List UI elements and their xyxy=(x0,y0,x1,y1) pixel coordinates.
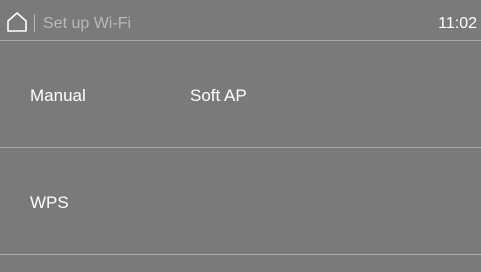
wps-option[interactable]: WPS xyxy=(0,148,185,254)
soft-ap-option-label: Soft AP xyxy=(190,86,247,105)
wps-option-label: WPS xyxy=(30,193,69,212)
header-separator xyxy=(34,14,35,32)
clock: 11:02 xyxy=(438,15,477,32)
home-icon xyxy=(7,12,27,32)
options-row xyxy=(0,255,481,272)
wifi-setup-screen: Set up Wi-Fi 11:02 Manual Soft AP WPS xyxy=(0,0,481,272)
header-bar: Set up Wi-Fi 11:02 xyxy=(0,0,481,40)
manual-option-label: Manual xyxy=(30,86,86,105)
manual-option[interactable]: Manual xyxy=(0,41,185,147)
page-title: Set up Wi-Fi xyxy=(43,15,132,32)
options-row: Manual Soft AP xyxy=(0,41,481,147)
options-row: WPS xyxy=(0,148,481,254)
soft-ap-option[interactable]: Soft AP xyxy=(185,41,365,147)
home-button[interactable] xyxy=(6,11,28,33)
